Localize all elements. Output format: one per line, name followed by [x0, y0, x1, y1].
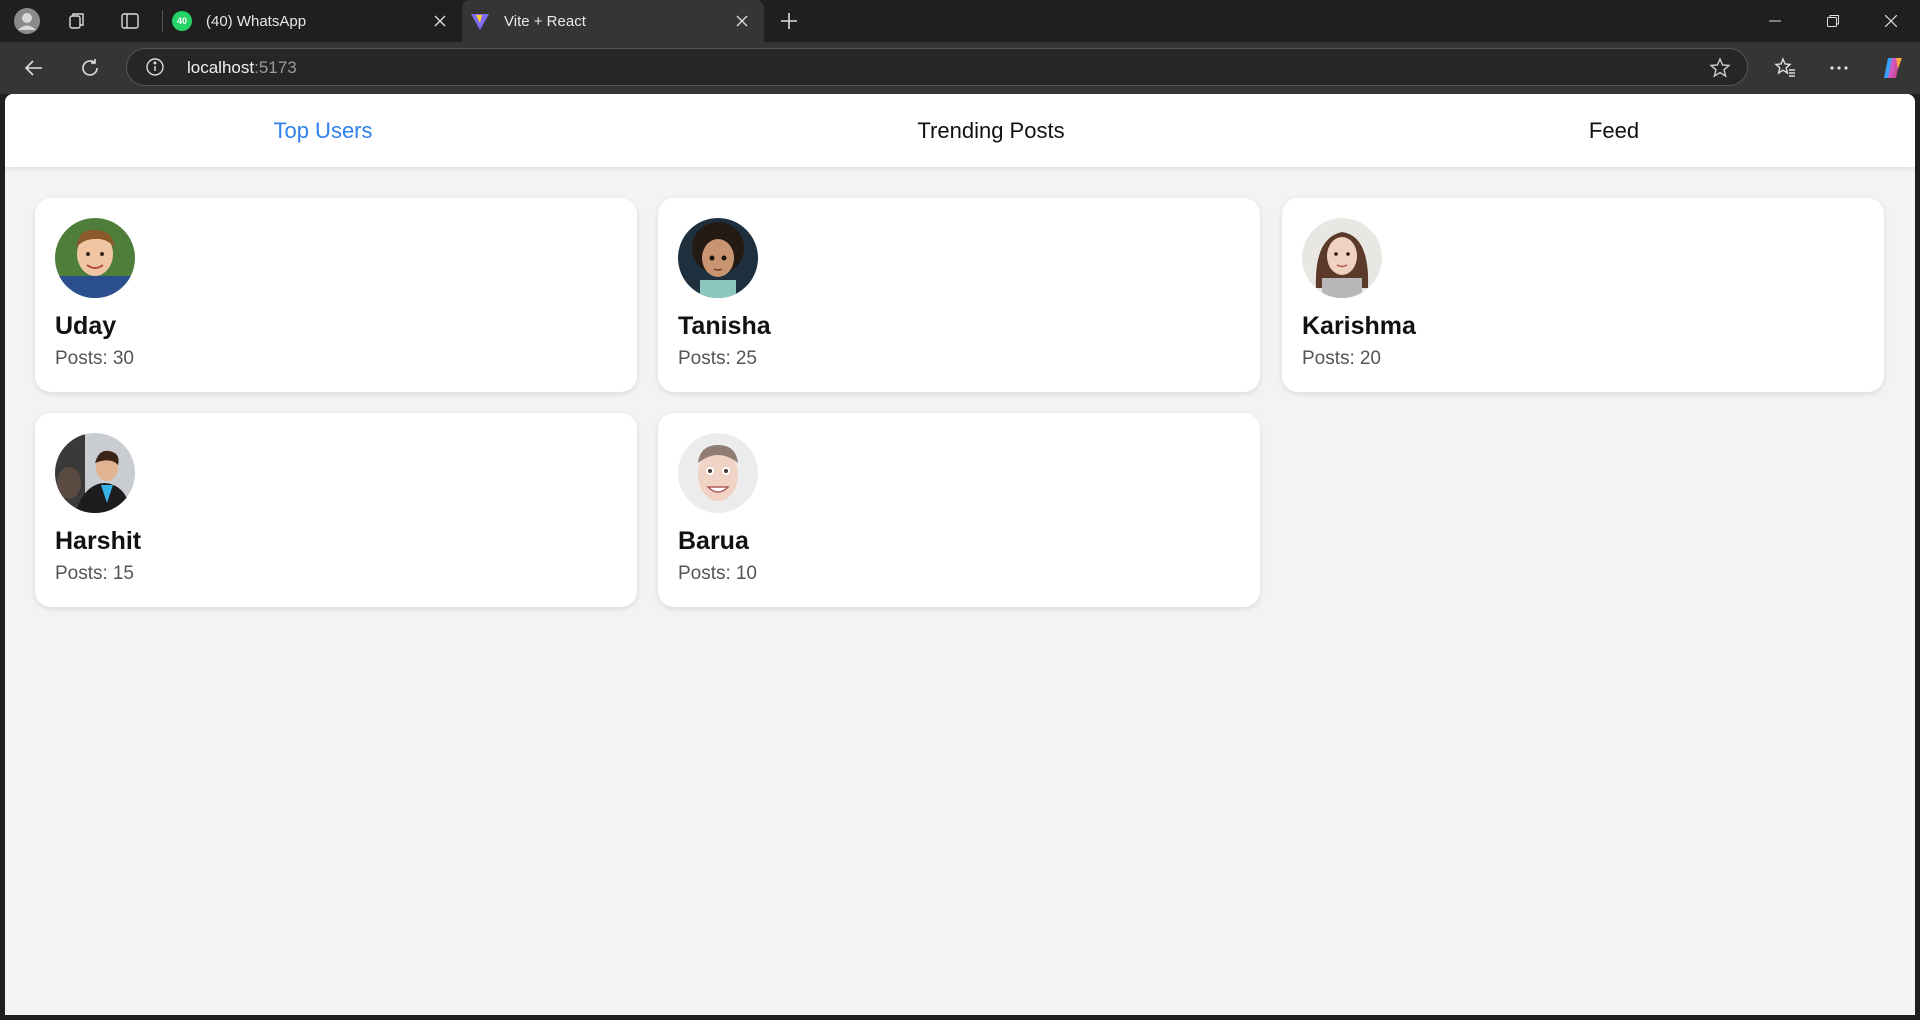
window-bottom-edge — [0, 1015, 1920, 1020]
tab-divider — [162, 10, 163, 32]
user-name: Karishma — [1302, 312, 1416, 340]
user-card[interactable]: Uday Posts: 30 — [35, 198, 637, 392]
profile-avatar-icon[interactable] — [14, 8, 40, 34]
posts-value: 25 — [735, 348, 757, 369]
more-options-icon[interactable] — [1825, 54, 1853, 82]
tab-whatsapp[interactable]: 40 (40) WhatsApp — [168, 0, 462, 42]
user-name: Barua — [678, 527, 749, 555]
posts-label: Posts: — [678, 563, 731, 584]
tab-title: Vite + React — [504, 12, 586, 30]
posts-value: 20 — [1359, 348, 1381, 369]
url-host: localhost — [187, 58, 255, 77]
avatar — [55, 433, 135, 513]
new-tab-icon[interactable] — [776, 8, 802, 34]
user-name: Harshit — [55, 527, 142, 555]
tab-title: (40) WhatsApp — [206, 12, 307, 30]
user-post-count: Posts: 25 — [678, 348, 757, 370]
user-post-count: Posts: 10 — [678, 563, 757, 585]
posts-value: 15 — [112, 563, 134, 584]
close-tab-icon[interactable] — [732, 11, 752, 31]
refresh-icon[interactable] — [76, 54, 104, 82]
restore-window-icon[interactable] — [1810, 8, 1856, 34]
user-post-count: Posts: 30 — [55, 348, 134, 370]
user-name: Uday — [55, 312, 117, 340]
posts-label: Posts: — [678, 348, 731, 369]
page-viewport: Top Users Trending Posts Feed Uday Posts… — [5, 94, 1915, 1015]
posts-label: Posts: — [55, 348, 108, 369]
url-text: localhost:5173 — [187, 58, 297, 78]
avatar — [55, 218, 135, 298]
user-card[interactable]: Barua Posts: 10 — [658, 413, 1260, 607]
user-card[interactable]: Tanisha Posts: 25 — [658, 198, 1260, 392]
back-arrow-icon[interactable] — [20, 54, 48, 82]
nav-trending-posts[interactable]: Trending Posts — [673, 94, 1309, 167]
user-post-count: Posts: 20 — [1302, 348, 1381, 370]
user-card[interactable]: Harshit Posts: 15 — [35, 413, 637, 607]
avatar — [678, 433, 758, 513]
close-tab-icon[interactable] — [430, 11, 450, 31]
avatar — [678, 218, 758, 298]
nav-top-users[interactable]: Top Users — [5, 94, 641, 167]
posts-label: Posts: — [55, 563, 108, 584]
whatsapp-icon: 40 — [172, 11, 192, 31]
nav-feed[interactable]: Feed — [1296, 94, 1915, 167]
vertical-tabs-icon[interactable] — [117, 8, 143, 34]
minimize-window-icon[interactable] — [1752, 8, 1798, 34]
top-navigation: Top Users Trending Posts Feed — [5, 94, 1915, 167]
workspaces-icon[interactable] — [64, 8, 90, 34]
posts-value: 10 — [735, 563, 757, 584]
avatar — [1302, 218, 1382, 298]
close-window-icon[interactable] — [1868, 8, 1914, 34]
user-card[interactable]: Karishma Posts: 20 — [1282, 198, 1884, 392]
copilot-icon[interactable] — [1879, 54, 1907, 82]
tab-vite-react[interactable]: Vite + React — [462, 0, 764, 42]
favorites-icon[interactable] — [1771, 54, 1799, 82]
url-port: :5173 — [254, 58, 297, 77]
posts-label: Posts: — [1302, 348, 1355, 369]
site-info-icon[interactable] — [145, 57, 165, 77]
vite-icon — [470, 11, 490, 31]
user-post-count: Posts: 15 — [55, 563, 134, 585]
favorite-star-icon[interactable] — [1709, 57, 1731, 79]
posts-value: 30 — [112, 348, 134, 369]
browser-toolbar: localhost:5173 — [0, 42, 1920, 94]
user-name: Tanisha — [678, 312, 771, 340]
browser-tab-bar: 40 (40) WhatsApp Vite + React — [0, 0, 1920, 42]
address-bar[interactable]: localhost:5173 — [126, 48, 1748, 86]
